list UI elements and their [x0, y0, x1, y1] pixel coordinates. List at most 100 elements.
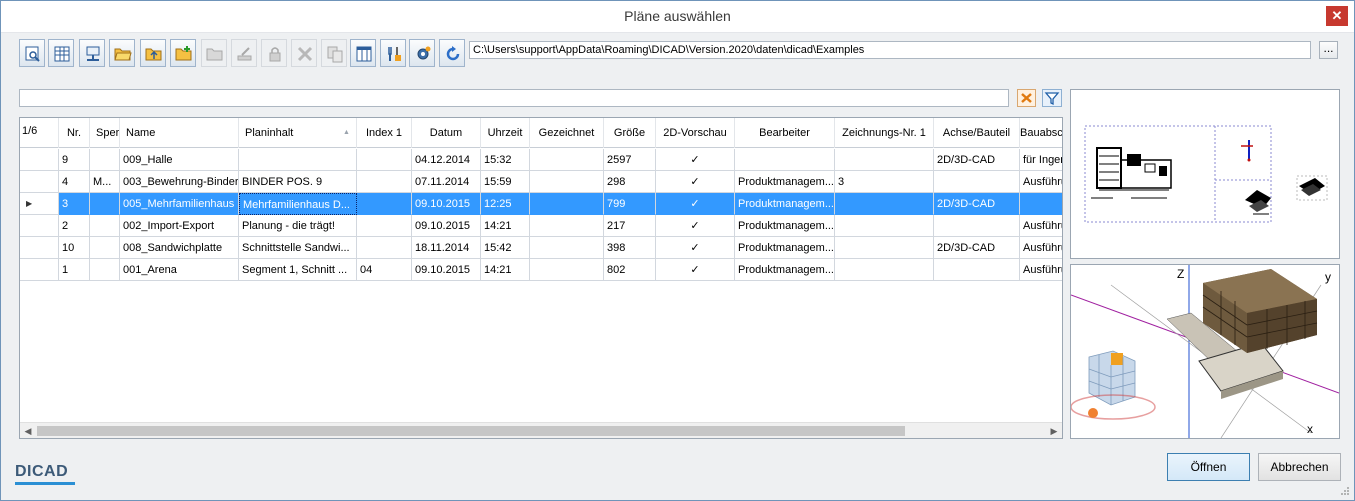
table-cell[interactable]: [735, 149, 835, 171]
table-cell[interactable]: 09.10.2015: [412, 215, 481, 237]
preview-button[interactable]: [19, 39, 45, 67]
table-cell[interactable]: Produktmanagem...: [735, 215, 835, 237]
table-cell[interactable]: 04: [357, 259, 412, 281]
table-cell[interactable]: Produktmanagem...: [735, 259, 835, 281]
refresh-button[interactable]: [439, 39, 465, 67]
row-indicator[interactable]: ▶: [20, 193, 59, 215]
table-cell[interactable]: 802: [604, 259, 656, 281]
table-cell[interactable]: Ausführung: [1020, 215, 1062, 237]
table-cell[interactable]: 005_Mehrfamilienhaus: [120, 193, 239, 215]
table-cell[interactable]: ✓: [656, 149, 735, 171]
table-cell[interactable]: Produktmanagem...: [735, 193, 835, 215]
tools-button[interactable]: [380, 39, 406, 67]
table-cell[interactable]: 15:59: [481, 171, 530, 193]
column-header-10[interactable]: Bearbeiter: [735, 118, 835, 148]
column-header-9[interactable]: 2D-Vorschau: [656, 118, 735, 148]
table-cell[interactable]: 9: [59, 149, 90, 171]
column-header-11[interactable]: Zeichnungs-Nr. 1: [835, 118, 934, 148]
scroll-right-icon[interactable]: ▶: [1046, 423, 1062, 438]
table-cell[interactable]: 2: [59, 215, 90, 237]
table-cell[interactable]: BINDER POS. 9: [239, 171, 357, 193]
table-cell[interactable]: 1: [59, 259, 90, 281]
table-cell[interactable]: 003_Bewehrung-Binder: [120, 171, 239, 193]
table-cell[interactable]: Ausführung: [1020, 171, 1062, 193]
scroll-left-icon[interactable]: ◀: [20, 423, 36, 438]
table-cell[interactable]: [90, 237, 120, 259]
table-cell[interactable]: [934, 171, 1020, 193]
table-cell[interactable]: 2597: [604, 149, 656, 171]
table-cell[interactable]: 18.11.2014: [412, 237, 481, 259]
table-cell[interactable]: [239, 149, 357, 171]
table-cell[interactable]: [90, 259, 120, 281]
table-cell[interactable]: 3: [59, 193, 90, 215]
clear-filter-button[interactable]: [1017, 89, 1036, 107]
table-cell[interactable]: 2D/3D-CAD: [934, 237, 1020, 259]
table-cell[interactable]: Segment 1, Schnitt ...: [239, 259, 357, 281]
table-cell[interactable]: [530, 149, 604, 171]
table-cell[interactable]: [530, 215, 604, 237]
filter-button[interactable]: [1042, 89, 1062, 107]
column-header-3[interactable]: Planinhalt: [239, 118, 357, 148]
scrollbar-thumb[interactable]: [37, 426, 905, 436]
table-cell[interactable]: 298: [604, 171, 656, 193]
column-header-12[interactable]: Achse/Bauteil: [934, 118, 1020, 148]
table-cell[interactable]: ✓: [656, 193, 735, 215]
table-cell[interactable]: 15:42: [481, 237, 530, 259]
column-header-2[interactable]: Name: [120, 118, 239, 148]
table-cell[interactable]: [530, 171, 604, 193]
browse-button[interactable]: ...: [1319, 41, 1338, 59]
table-cell[interactable]: [530, 237, 604, 259]
close-button[interactable]: ✕: [1326, 6, 1348, 26]
table-cell[interactable]: [90, 193, 120, 215]
table-cell[interactable]: 217: [604, 215, 656, 237]
table-cell[interactable]: Ausführung: [1020, 259, 1062, 281]
table-cell[interactable]: 10: [59, 237, 90, 259]
table-cell[interactable]: 3: [835, 171, 934, 193]
path-field[interactable]: C:\Users\support\AppData\Roaming\DICAD\V…: [469, 41, 1311, 59]
row-indicator[interactable]: [20, 237, 59, 259]
table-cell[interactable]: 398: [604, 237, 656, 259]
column-header-0[interactable]: Nr.: [59, 118, 90, 148]
table-cell[interactable]: [357, 237, 412, 259]
open-folder-button[interactable]: [109, 39, 135, 67]
resize-grip-icon[interactable]: [1340, 486, 1350, 496]
table-cell[interactable]: [90, 215, 120, 237]
table-cell[interactable]: ✓: [656, 237, 735, 259]
table-cell[interactable]: Mehrfamilienhaus D...: [239, 193, 357, 215]
table-cell[interactable]: 001_Arena: [120, 259, 239, 281]
table-cell[interactable]: Produktmanagem...: [735, 171, 835, 193]
table-cell[interactable]: [835, 215, 934, 237]
table-cell[interactable]: 15:32: [481, 149, 530, 171]
settings-gear-button[interactable]: [409, 39, 435, 67]
table-cell[interactable]: für Ingenieur: [1020, 149, 1062, 171]
network-folder-button[interactable]: [79, 39, 105, 67]
table-cell[interactable]: [357, 215, 412, 237]
table-cell[interactable]: 4: [59, 171, 90, 193]
table-cell[interactable]: [835, 149, 934, 171]
column-header-7[interactable]: Gezeichnet: [530, 118, 604, 148]
table-cell[interactable]: [90, 149, 120, 171]
table-cell[interactable]: 09.10.2015: [412, 259, 481, 281]
table-cell[interactable]: [934, 259, 1020, 281]
table-cell[interactable]: 008_Sandwichplatte: [120, 237, 239, 259]
table-cell[interactable]: 07.11.2014: [412, 171, 481, 193]
table-cell[interactable]: 2D/3D-CAD: [934, 193, 1020, 215]
row-indicator[interactable]: [20, 171, 59, 193]
table-cell[interactable]: [530, 259, 604, 281]
table-button[interactable]: [48, 39, 74, 67]
row-indicator[interactable]: [20, 149, 59, 171]
column-header-5[interactable]: Datum: [412, 118, 481, 148]
filter-input[interactable]: [19, 89, 1009, 107]
table-cell[interactable]: Ausführung: [1020, 237, 1062, 259]
row-indicator[interactable]: [20, 259, 59, 281]
table-cell[interactable]: 09.10.2015: [412, 193, 481, 215]
column-header-4[interactable]: Index 1: [357, 118, 412, 148]
table-cell[interactable]: 14:21: [481, 259, 530, 281]
table-cell[interactable]: Planung - die trägt!: [239, 215, 357, 237]
table-cell[interactable]: Produktmanagem...: [735, 237, 835, 259]
table-cell[interactable]: M...: [90, 171, 120, 193]
table-cell[interactable]: [357, 171, 412, 193]
table-cell[interactable]: 002_Import-Export: [120, 215, 239, 237]
table-cell[interactable]: ✓: [656, 259, 735, 281]
table-cell[interactable]: ✓: [656, 215, 735, 237]
